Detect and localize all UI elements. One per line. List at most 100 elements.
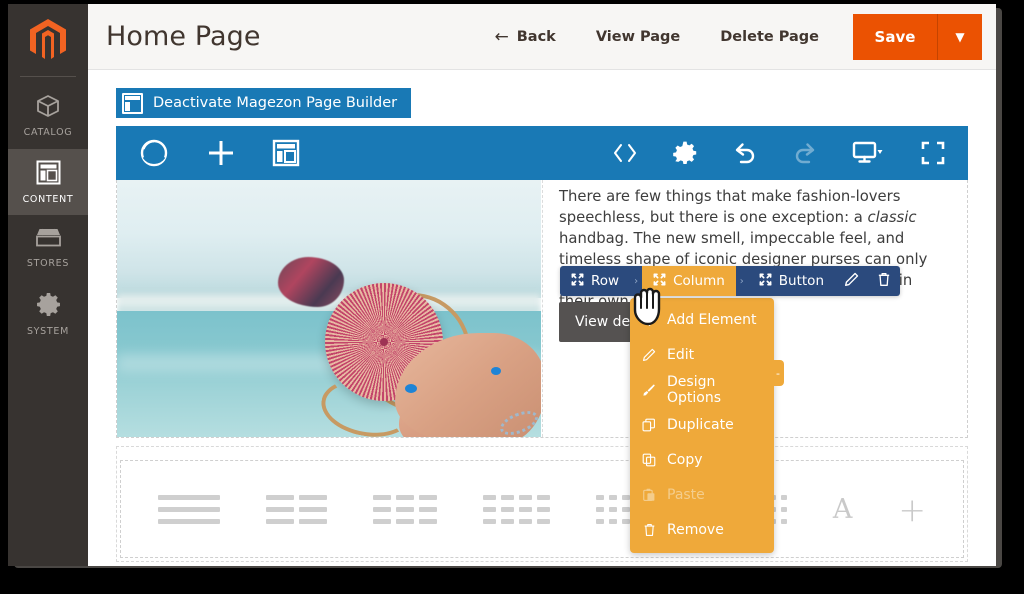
menu-item-label: Design Options: [667, 373, 722, 406]
delete-page-button[interactable]: Delete Page: [700, 29, 839, 45]
chevron-down-icon: ▼: [955, 29, 965, 44]
move-icon: [571, 273, 584, 290]
move-icon: [653, 273, 666, 290]
brush-icon: [642, 383, 656, 397]
deactivate-page-builder-button[interactable]: Deactivate Magezon Page Builder: [116, 88, 412, 118]
layout-icon: [122, 92, 143, 114]
menu-item-duplicate[interactable]: Duplicate: [630, 407, 774, 442]
page-header: Home Page ← Back View Page Delete Page S…: [88, 4, 996, 70]
breadcrumb-edit-button[interactable]: [835, 266, 869, 296]
header-actions: ← Back View Page Delete Page Save ▼: [474, 4, 996, 69]
plus-icon: [642, 313, 656, 326]
text-element-button[interactable]: A: [833, 494, 853, 525]
builder-body: Deactivate Magezon Page Builder There ar…: [88, 70, 996, 566]
gear-icon[interactable]: [672, 140, 698, 166]
menu-item-add-element[interactable]: Add Element: [630, 302, 774, 337]
breadcrumb-item-row[interactable]: Row: [560, 266, 631, 296]
breadcrumb-item-column[interactable]: Column: [642, 266, 736, 296]
layout-3-columns[interactable]: [372, 494, 437, 524]
sidebar-item-content[interactable]: CONTENT: [8, 149, 88, 215]
menu-item-label: Add Element: [667, 311, 757, 328]
box-icon: [35, 94, 61, 122]
sidebar-item-catalog[interactable]: CATALOG: [8, 83, 88, 149]
breadcrumb-separator: ›: [630, 266, 643, 296]
builder-canvas: There are few things that make fashion-l…: [116, 180, 968, 562]
redo-icon: [792, 140, 818, 166]
layout-icon: [36, 160, 61, 189]
menu-item-label: Edit: [667, 346, 695, 363]
view-page-label: View Page: [595, 28, 681, 45]
admin-window: CATALOG CONTENT STORES SYSTEM Home Page …: [8, 4, 996, 566]
pencil-icon: [642, 348, 656, 362]
magento-logo-icon: [30, 19, 66, 59]
blue-nail-2: [491, 367, 501, 375]
content-row-1: There are few things that make fashion-l…: [116, 180, 968, 438]
toolbar-right-group: [612, 140, 946, 166]
back-button-label: Back: [516, 28, 556, 45]
copy-icon: [642, 453, 656, 467]
plus-icon[interactable]: [206, 138, 236, 168]
breadcrumb-item-button[interactable]: Button: [747, 266, 836, 296]
save-dropdown-button[interactable]: ▼: [938, 13, 982, 60]
content-row-2-outer: A +: [116, 446, 968, 562]
context-menu-collapse-handle[interactable]: -: [772, 360, 784, 386]
sidebar-item-system[interactable]: SYSTEM: [8, 281, 88, 347]
layout-2-columns[interactable]: [265, 494, 327, 524]
page-title: Home Page: [106, 21, 261, 52]
sidebar-item-stores[interactable]: STORES: [8, 215, 88, 281]
element-picker-row: A +: [120, 460, 964, 558]
sidebar-item-label: SYSTEM: [26, 325, 70, 337]
image-column[interactable]: [117, 180, 542, 437]
save-button-label: Save: [874, 27, 916, 46]
menu-item-label: Remove: [667, 521, 724, 538]
save-button-group: Save ▼: [853, 13, 982, 60]
element-context-menu: - Add Element Edit Design Options Duplic…: [630, 298, 784, 553]
breadcrumb-label: Button: [778, 273, 825, 289]
paragraph-part-1: There are few things that make fashion-l…: [559, 188, 901, 226]
magezon-circle-icon[interactable]: [138, 137, 170, 169]
bag-bow: [278, 257, 345, 308]
menu-item-copy[interactable]: Copy: [630, 442, 774, 477]
store-icon: [35, 227, 62, 253]
menu-item-edit[interactable]: Edit: [630, 337, 774, 372]
trash-icon: [642, 523, 656, 537]
arrow-left-icon: ←: [494, 26, 509, 47]
menu-item-design-options[interactable]: Design Options: [630, 372, 774, 407]
code-icon[interactable]: [612, 140, 638, 166]
magento-logo[interactable]: [8, 4, 88, 76]
paragraph-italic: classic: [867, 209, 917, 226]
breadcrumb-delete-button[interactable]: [868, 266, 901, 296]
deactivate-button-label: Deactivate Magezon Page Builder: [153, 95, 398, 111]
gear-icon: [36, 292, 61, 321]
menu-item-paste: Paste: [630, 477, 774, 512]
fullscreen-icon[interactable]: [920, 140, 946, 166]
blue-nail: [405, 384, 417, 393]
sidebar-divider: [20, 76, 76, 77]
back-button[interactable]: ← Back: [474, 27, 575, 47]
view-page-button[interactable]: View Page: [576, 29, 700, 45]
layout-1-column[interactable]: [157, 494, 220, 524]
page-builder-toolbar: [116, 126, 968, 180]
save-button[interactable]: Save: [853, 13, 937, 60]
layout-icon[interactable]: [272, 139, 300, 167]
trash-icon: [877, 272, 891, 291]
menu-item-remove[interactable]: Remove: [630, 512, 774, 547]
menu-item-label: Copy: [667, 451, 703, 468]
add-element-button[interactable]: +: [898, 493, 926, 526]
breadcrumb-label: Column: [673, 273, 725, 289]
breadcrumb-label: Row: [591, 273, 620, 289]
paste-icon: [642, 488, 656, 502]
monitor-icon[interactable]: [852, 140, 886, 166]
duplicate-icon: [642, 418, 656, 432]
breadcrumb-separator: ›: [735, 266, 748, 296]
undo-icon[interactable]: [732, 140, 758, 166]
admin-sidebar: CATALOG CONTENT STORES SYSTEM: [8, 4, 88, 566]
toolbar-left-group: [138, 137, 300, 169]
pencil-icon: [844, 272, 859, 291]
sidebar-item-label: CONTENT: [22, 193, 74, 205]
move-icon: [759, 273, 772, 290]
layout-4-columns[interactable]: [482, 494, 550, 524]
sidebar-item-label: STORES: [26, 258, 70, 269]
handbag-beach-photo: [117, 180, 541, 437]
menu-item-label: Paste: [667, 486, 705, 503]
